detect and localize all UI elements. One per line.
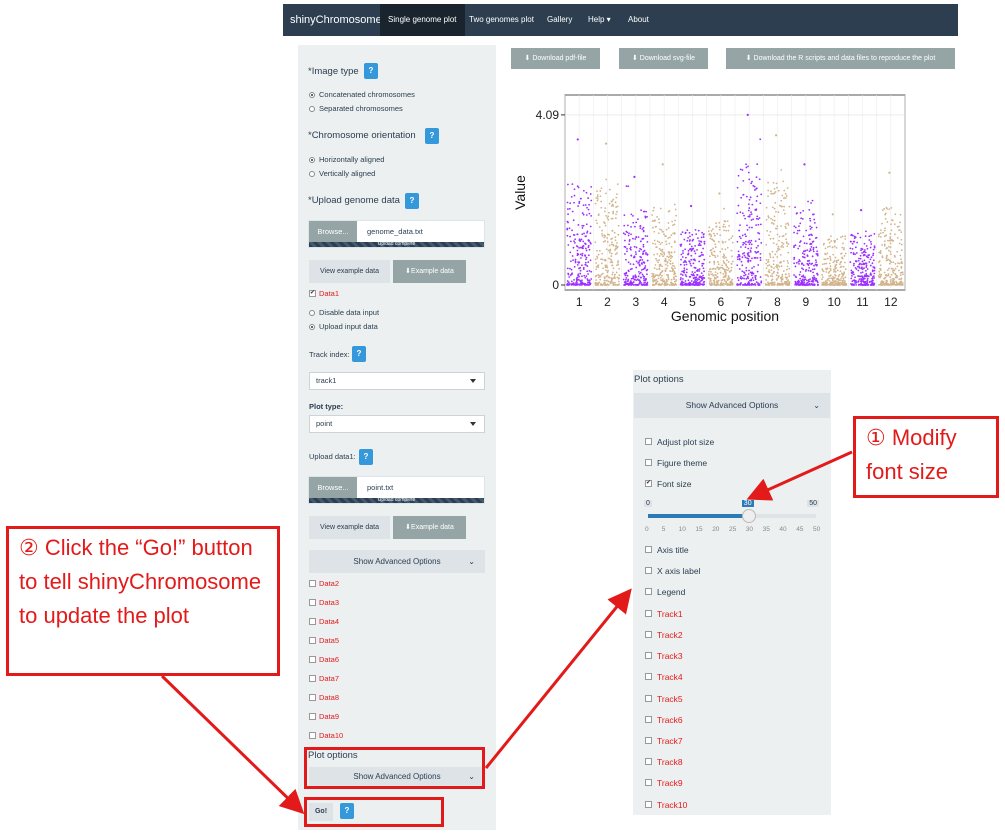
arrow-to-slider <box>746 450 853 501</box>
annotation-arrows <box>160 450 853 815</box>
arrow-to-panel <box>484 588 632 769</box>
arrow-to-go <box>160 674 305 815</box>
